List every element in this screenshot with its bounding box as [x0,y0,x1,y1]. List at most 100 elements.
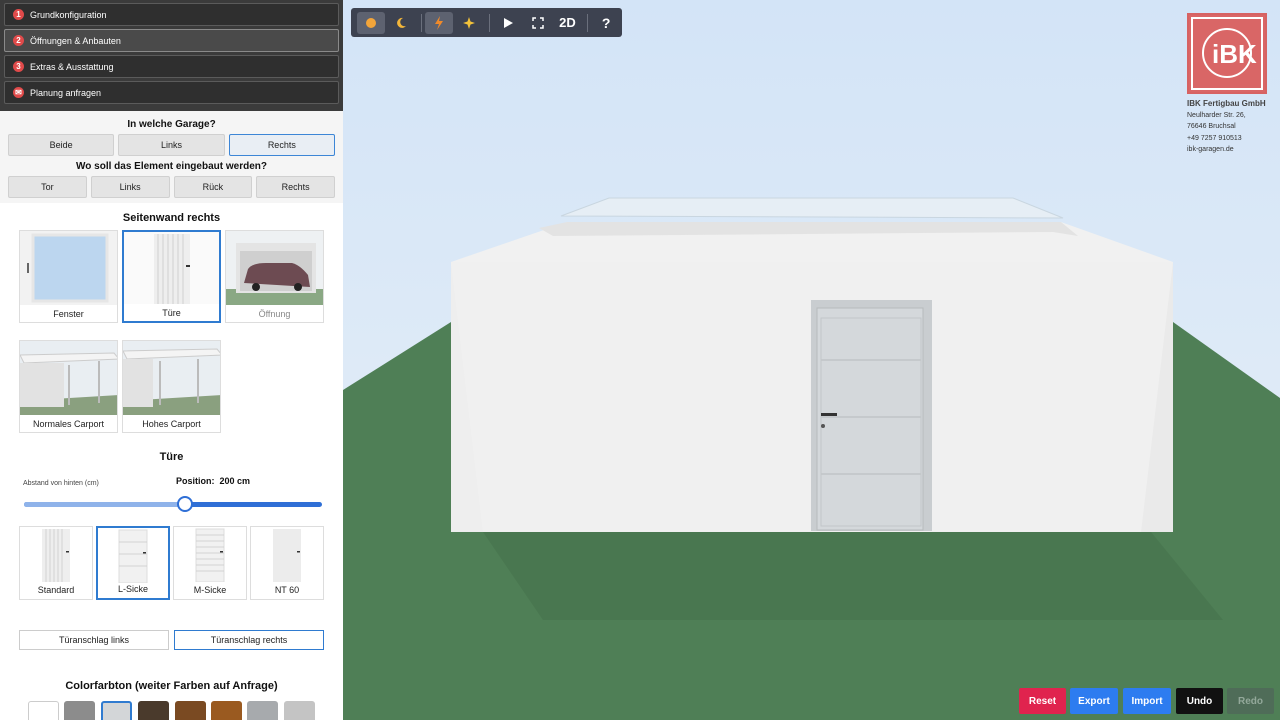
toolbar-divider [489,13,490,32]
slider-label: Abstand von hinten (cm) [23,480,99,487]
element-card-hohes-carport[interactable]: Hohes Carport [122,340,221,433]
slider-fill [24,502,184,507]
view-2d-button[interactable]: 2D [554,12,582,34]
import-button[interactable]: Import [1123,688,1171,714]
3d-viewport[interactable] [343,0,1280,720]
export-button[interactable]: Export [1070,688,1118,714]
door-type-m-sicke[interactable]: M-Sicke [173,526,247,600]
door-type-nt60[interactable]: NT 60 [250,526,324,600]
position-option-rechts[interactable]: Rechts [256,176,335,198]
logo-mark: iBK [1191,17,1263,90]
carport-image [20,341,117,415]
position-option-tor[interactable]: Tor [8,176,87,198]
help-button[interactable]: ? [592,12,620,34]
door-m-sicke-icon [195,528,225,582]
moon-icon[interactable] [387,12,415,34]
door-type-l-sicke[interactable]: L-Sicke [96,526,170,600]
color-swatch[interactable] [28,701,59,720]
company-city: 76646 Bruchsal [1187,123,1236,130]
step-label: Grundkonfiguration [30,9,107,20]
configurator-panel: 1 Grundkonfiguration 2 Öffnungen & Anbau… [0,0,343,720]
sparkle-icon[interactable] [455,12,483,34]
slider-handle[interactable] [177,496,193,512]
card-label: Normales Carport [32,419,105,429]
step-number: 3 [13,61,24,72]
color-swatch[interactable] [284,701,315,720]
company-web[interactable]: ibk-garagen.de [1187,144,1277,156]
step-number: 2 [13,35,24,46]
position-label: Position: [176,476,215,486]
company-name: IBK Fertigbau GmbH [1187,99,1266,108]
card-label: Fenster [53,309,84,319]
garage-option-links[interactable]: Links [118,134,225,156]
step-extras[interactable]: 3 Extras & Ausstattung [4,55,339,78]
toolbar-divider [587,13,589,32]
garage-question: In welche Garage? [127,119,216,130]
garage-scene [343,0,1280,720]
company-phone: +49 7257 910513 [1187,134,1242,142]
flash-icon[interactable] [425,11,454,34]
fullscreen-icon[interactable] [524,12,552,34]
position-option-links[interactable]: Links [90,176,170,198]
hinge-left-button[interactable]: Türanschlag links [19,630,169,650]
garage-selector: Beide Links Rechts [0,134,343,156]
element-card-fenster[interactable]: Fenster [19,230,118,323]
redo-button[interactable]: Redo [1227,688,1274,714]
opening-image [226,231,323,305]
color-swatch[interactable] [211,701,242,720]
hinge-right-button[interactable]: Türanschlag rechts [174,630,324,650]
step-label: Extras & Ausstattung [30,61,114,72]
mail-icon: ✉ [13,87,24,98]
window-image [20,231,117,305]
position-slider-track[interactable] [24,496,322,512]
garage-option-beide[interactable]: Beide [8,134,115,156]
position-value: 200 cm [219,476,251,486]
ibk-logo: iBK [1187,13,1267,94]
garage-option-rechts[interactable]: Rechts [228,134,335,156]
step-grundkonfiguration[interactable]: 1 Grundkonfiguration [4,3,339,26]
door-type-label: M-Sicke [193,585,227,595]
door-nt60-icon [273,529,301,582]
door-image [124,232,219,306]
color-swatch[interactable] [175,701,206,720]
card-label: Türe [162,308,181,318]
card-label: Hohes Carport [142,419,201,429]
door-type-label: NT 60 [274,585,300,595]
step-navigation: 1 Grundkonfiguration 2 Öffnungen & Anbau… [0,0,343,111]
door-standard-icon [42,529,70,582]
step-label: Planung anfragen [30,87,102,98]
door-l-sicke-icon [118,529,148,583]
position-readout: Position: 200 cm [176,476,250,486]
element-card-normales-carport[interactable]: Normales Carport [19,340,118,433]
step-label: Öffnungen & Anbauten [30,35,121,46]
door-type-label: L-Sicke [117,584,148,594]
wall-title: Seitenwand rechts [122,212,221,224]
sun-icon[interactable] [357,11,385,34]
door-handle [821,413,837,416]
svg-text:iBK: iBK [1212,39,1257,69]
reset-button[interactable]: Reset [1019,688,1066,714]
color-swatch[interactable] [64,701,95,720]
company-street: Neulharder Str. 26, [1187,111,1246,119]
element-question: Wo soll das Element eingebaut werden? [76,161,267,172]
step-planung[interactable]: ✉ Planung anfragen [4,81,339,104]
door-type-label: Standard [37,585,75,595]
door-type-standard[interactable]: Standard [19,526,93,600]
high-carport-image [123,341,220,415]
step-number: 1 [13,9,24,20]
element-options-panel: Seitenwand rechts Fenster Türe Öffnung N… [0,203,343,720]
view-toolbar: 2D ? [351,8,622,37]
undo-button[interactable]: Undo [1176,688,1223,714]
color-title: Colorfarbton (weiter Farben auf Anfrage) [65,680,278,692]
element-position-selector: Tor Links Rück Rechts [0,176,343,198]
color-swatch[interactable] [138,701,169,720]
play-icon[interactable] [494,12,522,34]
position-option-rueck[interactable]: Rück [173,176,253,198]
company-info: IBK Fertigbau GmbH Neulharder Str. 26, 7… [1187,98,1277,156]
color-swatch[interactable] [101,701,132,720]
step-oeffnungen[interactable]: 2 Öffnungen & Anbauten [4,29,339,52]
element-card-tuere[interactable]: Türe [122,230,221,323]
card-label: Öffnung [258,309,291,319]
element-card-oeffnung[interactable]: Öffnung [225,230,324,323]
color-swatch[interactable] [247,701,278,720]
